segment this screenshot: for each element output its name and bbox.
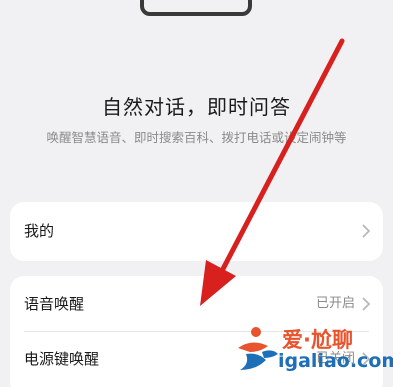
page-title: 自然对话，即时问答 <box>102 95 291 119</box>
mine-label: 我的 <box>24 222 55 240</box>
watermark-logo-icon <box>238 327 278 370</box>
page-subtitle: 唤醒智慧语音、即时搜索百科、拨打电话或设定闹钟等 <box>46 130 347 145</box>
assistant-settings-page: 自然对话，即时问答 唤醒智慧语音、即时搜索百科、拨打电话或设定闹钟等 我的 语音… <box>0 0 393 387</box>
watermark-url: igaliao.com <box>278 350 393 372</box>
voice-wake-label: 语音唤醒 <box>24 295 85 313</box>
mine-row[interactable]: 我的 <box>10 204 383 258</box>
watermark: 爱·尬聊 igaliao.com <box>232 320 393 380</box>
chevron-right-icon <box>362 224 371 238</box>
power-key-wake-label: 电源键唤醒 <box>24 350 100 368</box>
device-illustration <box>140 0 252 16</box>
chevron-right-icon <box>362 297 371 311</box>
mine-card: 我的 <box>10 202 383 261</box>
